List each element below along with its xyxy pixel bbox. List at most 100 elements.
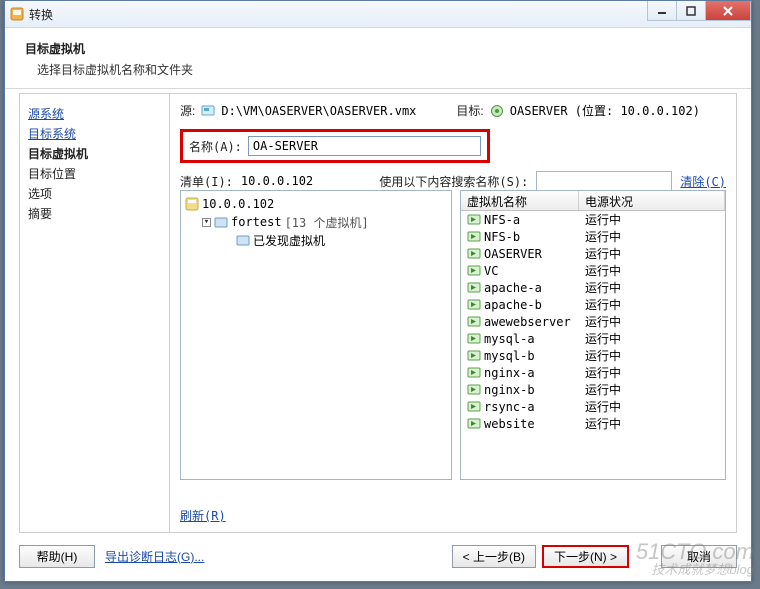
export-log-link[interactable]: 导出诊断日志(G)... [105,548,204,565]
list-item[interactable]: apache-b 运行中 [461,296,725,313]
vm-name: apache-b [484,298,542,312]
vm-file-icon [201,104,215,118]
maximize-button[interactable] [676,1,706,21]
host-icon [185,197,199,211]
vm-name: VC [484,264,498,278]
name-field-highlight: 名称(A): [180,129,490,163]
vm-power: 运行中 [579,211,725,228]
vm-running-icon [467,400,481,414]
tree-found-label: 已发现虚拟机 [253,232,325,249]
vm-running-icon [467,332,481,346]
list-item[interactable]: NFS-b 运行中 [461,228,725,245]
vm-power: 运行中 [579,228,725,245]
vm-running-icon [467,315,481,329]
tree-folder-count: [13 个虚拟机] [285,214,369,231]
vm-name: nginx-a [484,366,535,380]
vm-running-icon [467,264,481,278]
next-button[interactable]: 下一步(N) > [542,545,629,568]
content-pane: 源: D:\VM\OASERVER\OASERVER.vmx 目标: OASER… [170,94,736,532]
clear-link[interactable]: 清除(C) [680,173,726,190]
vm-power: 运行中 [579,313,725,330]
vm-name: mysql-a [484,332,535,346]
name-input[interactable] [248,136,481,156]
help-button[interactable]: 帮助(H) [19,545,95,568]
vm-running-icon [467,366,481,380]
wizard-body: 源系统 目标系统 目标虚拟机 目标位置 选项 摘要 源: D:\VM\OASER… [19,93,737,533]
page-title: 目标虚拟机 [25,40,737,57]
vm-power: 运行中 [579,262,725,279]
folder-icon [214,215,228,229]
list-item[interactable]: OASERVER 运行中 [461,245,725,262]
vm-power: 运行中 [579,398,725,415]
vm-running-icon [467,298,481,312]
list-item[interactable]: nginx-a 运行中 [461,364,725,381]
vm-power: 运行中 [579,245,725,262]
close-button[interactable] [705,1,751,21]
list-item[interactable]: nginx-b运行中 [461,381,725,398]
vm-name: awewebserver [484,315,571,329]
collapse-icon[interactable]: ▾ [202,218,211,227]
vm-running-icon [467,247,481,261]
app-icon [9,6,25,22]
search-input[interactable] [536,171,672,191]
list-item[interactable]: mysql-b运行中 [461,347,725,364]
step-source-system[interactable]: 源系统 [28,104,161,124]
tree-folder-label: fortest [231,215,282,229]
step-options: 选项 [28,184,161,204]
inventory-search-row: 清单(I): 10.0.0.102 使用以下内容搜索名称(S): 清除(C) [180,171,726,191]
vm-power: 运行中 [579,415,725,432]
list-item[interactable]: website 运行中 [461,415,725,432]
list-item[interactable]: apache-a运行中 [461,279,725,296]
tree-folder[interactable]: ▾ fortest [13 个虚拟机] [185,213,447,231]
vm-running-icon [467,281,481,295]
source-label: 源: [180,102,195,119]
wizard-footer: 帮助(H) 导出诊断日志(G)... < 上一步(B) 下一步(N) > 取消 [19,541,737,571]
list-item[interactable]: rsync-a 运行中 [461,398,725,415]
target-value: OASERVER (位置: 10.0.0.102) [510,102,700,119]
target-label: 目标: [456,102,483,119]
list-item[interactable]: mysql-a 运行中 [461,330,725,347]
tree-root-label: 10.0.0.102 [202,197,274,211]
minimize-button[interactable] [647,1,677,21]
window-title: 转换 [29,6,53,23]
listview-header: 虚拟机名称 电源状况 [461,191,725,211]
step-target-system[interactable]: 目标系统 [28,124,161,144]
source-path: D:\VM\OASERVER\OASERVER.vmx [221,104,416,118]
cancel-button[interactable]: 取消 [661,545,737,568]
wizard-steps: 源系统 目标系统 目标虚拟机 目标位置 选项 摘要 [20,94,170,532]
vm-name: OASERVER [484,247,542,261]
vm-name: NFS-b [484,230,520,244]
page-subtitle: 选择目标虚拟机名称和文件夹 [37,61,737,78]
step-target-location: 目标位置 [28,164,161,184]
search-label: 使用以下内容搜索名称(S): [379,173,528,190]
vm-name: rsync-a [484,400,535,414]
back-button[interactable]: < 上一步(B) [452,545,536,568]
vm-power: 运行中 [579,330,725,347]
vm-listview[interactable]: 虚拟机名称 电源状况 NFS-a运行中NFS-b运行中OASERVER运行中VC… [460,190,726,480]
inventory-tree[interactable]: 10.0.0.102 ▾ fortest [13 个虚拟机] 已 [180,190,452,480]
tree-root[interactable]: 10.0.0.102 [185,195,447,213]
titlebar: 转换 [5,1,751,28]
col-vm-name[interactable]: 虚拟机名称 [461,191,579,210]
list-item[interactable]: NFS-a 运行中 [461,211,725,228]
vm-name: website [484,417,535,431]
list-item[interactable]: awewebserver 运行中 [461,313,725,330]
vm-power: 运行中 [579,296,725,313]
name-label: 名称(A): [189,138,242,155]
vm-running-icon [467,230,481,244]
target-host-icon [490,104,504,118]
list-item[interactable]: VC 运行中 [461,262,725,279]
vm-power: 运行中 [579,347,725,364]
refresh-link[interactable]: 刷新(R) [180,507,226,524]
vm-running-icon [467,349,481,363]
vm-name: NFS-a [484,213,520,227]
vm-power: 运行中 [579,381,725,398]
step-summary: 摘要 [28,204,161,224]
step-target-vm: 目标虚拟机 [28,144,161,164]
vm-running-icon [467,213,481,227]
col-power-state[interactable]: 电源状况 [579,191,725,210]
tree-found[interactable]: 已发现虚拟机 [185,231,447,249]
vm-power: 运行中 [579,364,725,381]
folder-icon [236,233,250,247]
inventory-label: 清单(I): [180,173,233,190]
